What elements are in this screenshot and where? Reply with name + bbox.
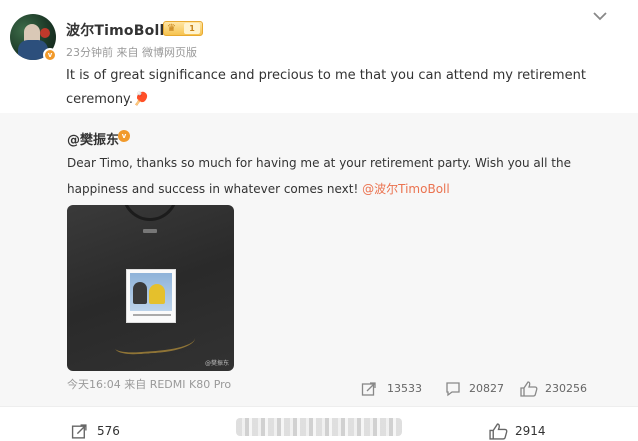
repost-text-body: Dear Timo, thanks so much for having me … bbox=[67, 156, 571, 196]
post-text: It is of great significance and precious… bbox=[66, 68, 586, 107]
share-icon bbox=[361, 382, 376, 396]
photo-person-left bbox=[133, 282, 147, 304]
post-time[interactable]: 23分钟前 bbox=[66, 46, 113, 59]
tshirt-collar bbox=[122, 205, 178, 221]
member-level: 1 bbox=[184, 23, 200, 34]
blurred-comment-count bbox=[236, 418, 402, 436]
repost-source: 来自 REDMI K80 Pro bbox=[124, 378, 232, 391]
share-icon bbox=[71, 424, 87, 439]
repost-verified-badge-icon: v bbox=[118, 130, 130, 142]
thumbs-up-icon bbox=[520, 381, 538, 397]
crown-icon: ♛ bbox=[167, 23, 176, 34]
gold-signature bbox=[114, 326, 196, 356]
chevron-down-icon[interactable] bbox=[592, 10, 608, 22]
repost-time[interactable]: 今天16:04 bbox=[67, 378, 121, 391]
member-level-badge[interactable]: ♛ 1 bbox=[163, 21, 203, 36]
repost-mention-link[interactable]: @波尔TimoBoll bbox=[362, 182, 450, 196]
thumbs-up-icon bbox=[489, 423, 508, 440]
tshirt-printed-photo bbox=[126, 269, 176, 323]
tshirt-logo bbox=[143, 229, 157, 233]
avatar-paddle bbox=[40, 28, 50, 38]
photo-person-right bbox=[149, 284, 165, 304]
post-source: 来自 微博网页版 bbox=[116, 46, 198, 59]
repost-author[interactable]: @樊振东 bbox=[67, 129, 119, 148]
repost-meta: 今天16:04 来自 REDMI K80 Pro bbox=[67, 376, 231, 392]
repost-text: Dear Timo, thanks so much for having me … bbox=[67, 150, 627, 202]
comment-icon bbox=[446, 382, 460, 397]
photo-caption-line bbox=[133, 314, 171, 316]
verified-badge-icon: v bbox=[43, 48, 57, 62]
image-watermark: @樊振东 bbox=[204, 360, 229, 367]
post-username[interactable]: 波尔TimoBoll bbox=[66, 20, 164, 40]
post-meta: 23分钟前 来自 微博网页版 bbox=[66, 44, 197, 60]
weibo-post: v 波尔TimoBoll ♛ 1 23分钟前 来自 微博网页版 It is of… bbox=[0, 0, 638, 441]
repost-image-tshirt[interactable]: @樊振东 bbox=[67, 205, 234, 371]
